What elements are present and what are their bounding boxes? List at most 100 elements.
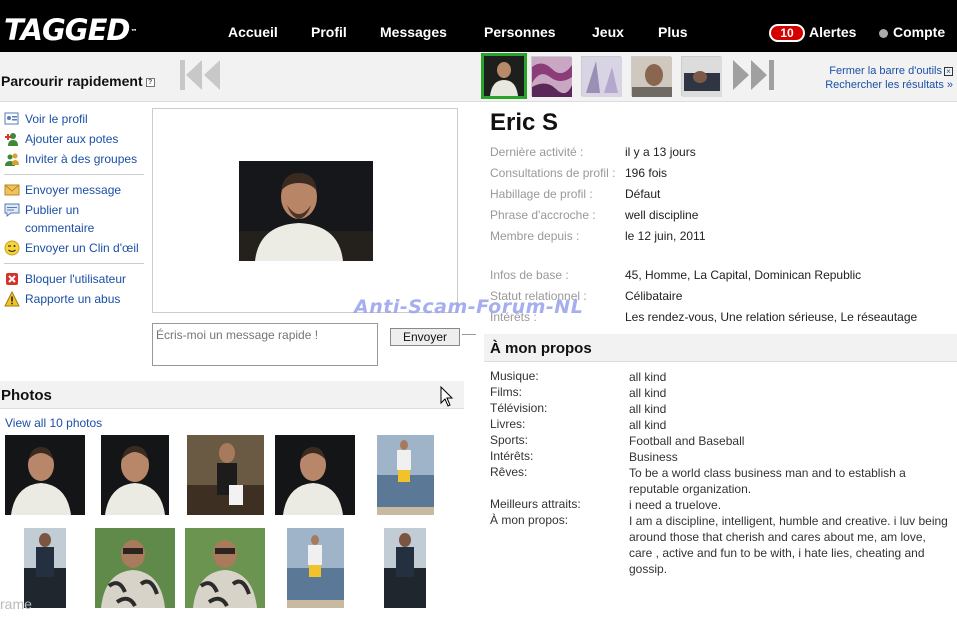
nav-plus[interactable]: Plus [658, 24, 688, 40]
nav-profil[interactable]: Profil [311, 24, 347, 40]
basic-info-value: 45, Homme, La Capital, Dominican Republi… [625, 268, 862, 282]
about-title: À mon propos [490, 340, 592, 357]
close-toolbar-text: Fermer la barre d'outils [829, 65, 942, 77]
profile-skin-label: Habillage de profil : [490, 187, 593, 201]
send-message-link[interactable]: Envoyer message [4, 181, 144, 199]
next-profile-icon[interactable] [731, 58, 777, 92]
divider [462, 334, 476, 335]
profile-photo-thumb [532, 57, 572, 97]
browse-thumb-current[interactable] [481, 53, 527, 99]
browse-thumb[interactable] [531, 56, 572, 97]
profile-views-value: 196 fois [625, 166, 668, 180]
about-tv-value: all kind [629, 402, 667, 416]
envelope-icon [4, 184, 20, 196]
browse-thumb[interactable] [631, 56, 672, 97]
view-profile-label: Voir le profil [25, 112, 88, 126]
nav-messages[interactable]: Messages [380, 24, 447, 40]
send-wink-label: Envoyer un Clin d'œil [25, 241, 139, 255]
photo-thumbnail[interactable] [95, 528, 175, 608]
nav-personnes[interactable]: Personnes [484, 24, 556, 40]
photo-thumbnail[interactable] [275, 435, 355, 515]
block-user-label: Bloquer l'utilisateur [25, 272, 127, 286]
invite-groups-label: Inviter à des groupes [25, 152, 138, 166]
photo-thumbnail[interactable] [377, 435, 434, 515]
tagline-label: Phrase d'accroche : [490, 208, 596, 222]
block-user-link[interactable]: Bloquer l'utilisateur [4, 270, 144, 288]
profile-photo-thumb [682, 57, 722, 97]
wink-smiley-icon [4, 240, 20, 256]
about-dreams-value: To be a world class business man and to … [629, 466, 906, 496]
last-activity-value: il y a 13 jours [625, 145, 696, 159]
view-all-photos-link[interactable]: View all 10 photos [5, 416, 102, 430]
warning-icon [4, 291, 20, 307]
help-icon[interactable]: ? [145, 77, 155, 87]
quick-message-input[interactable] [152, 323, 378, 366]
tagged-logo[interactable]: TAGGED™ [4, 14, 137, 46]
nav-accueil[interactable]: Accueil [228, 24, 278, 40]
nav-compte[interactable]: Compte [893, 24, 945, 40]
view-profile-link[interactable]: Voir le profil [4, 110, 144, 128]
alerts-count-badge[interactable]: 10 [769, 24, 805, 42]
photo-thumbnail[interactable] [384, 528, 426, 608]
photo-thumbnail[interactable] [287, 528, 344, 608]
photo-caption-fragment: rame [0, 596, 32, 612]
browse-thumb[interactable] [681, 56, 722, 97]
photo-thumbnail[interactable] [187, 435, 264, 515]
photo-thumbnail[interactable] [5, 435, 85, 515]
divider [4, 263, 144, 264]
about-interests-label: Intérêts: [490, 449, 534, 463]
interests-value: Les rendez-vous, Une relation sérieuse, … [625, 310, 918, 324]
watermark-text: Anti-Scam-Forum-NL [354, 296, 584, 318]
block-icon [6, 273, 18, 285]
add-friends-label: Ajouter aux potes [25, 132, 119, 146]
report-abuse-link[interactable]: Rapporte un abus [4, 290, 144, 308]
about-films-label: Films: [490, 385, 522, 399]
about-sports-value: Football and Baseball [629, 434, 745, 448]
close-icon[interactable]: × [944, 66, 953, 76]
close-toolbar-link[interactable]: Fermer la barre d'outils × [825, 64, 953, 78]
comment-icon [4, 203, 20, 217]
about-section-header: À mon propos [484, 334, 957, 362]
about-books-label: Livres: [490, 417, 526, 431]
send-wink-link[interactable]: Envoyer un Clin d'œil [4, 239, 144, 257]
add-friends-link[interactable]: Ajouter aux potes [4, 130, 144, 148]
photo-thumbnail[interactable] [185, 528, 265, 608]
last-activity-label: Dernière activité : [490, 145, 584, 159]
profile-photo-thumb [632, 57, 672, 97]
about-interests-value: Business [629, 450, 678, 464]
about-me-label: À mon propos: [490, 513, 569, 527]
nav-alertes[interactable]: Alertes [809, 24, 856, 40]
about-music-label: Musique: [490, 369, 539, 383]
profile-photo-thumb [484, 56, 524, 96]
invite-groups-link[interactable]: Inviter à des groupes [4, 150, 144, 168]
about-books-value: all kind [629, 418, 667, 432]
trademark-mark: ™ [130, 28, 137, 36]
send-quick-message-button[interactable]: Envoyer [390, 328, 460, 346]
member-since-value: le 12 juin, 2011 [625, 229, 706, 243]
toolbar-links: Fermer la barre d'outils × Rechercher les… [825, 64, 953, 92]
nav-jeux[interactable]: Jeux [592, 24, 624, 40]
relationship-status-value: Célibataire [625, 289, 683, 303]
add-friend-icon [5, 133, 18, 146]
about-tv-label: Télévision: [490, 401, 548, 415]
mouse-cursor-icon [440, 386, 454, 407]
profile-name: Eric S [490, 109, 559, 136]
about-best-features-value: i need a truelove. [629, 498, 722, 512]
photos-title: Photos [1, 387, 52, 404]
about-me-value: I am a discipline, intelligent, humble a… [629, 514, 948, 576]
photo-thumbnail[interactable] [101, 435, 169, 515]
post-comment-link[interactable]: Publier un commentaire [4, 201, 144, 237]
search-results-link[interactable]: Rechercher les résultats » [825, 78, 953, 92]
first-profile-icon[interactable] [178, 58, 222, 92]
browse-thumb[interactable] [581, 56, 622, 97]
group-icon [5, 153, 19, 166]
profile-skin-value: Défaut [625, 187, 661, 201]
profile-main-photo[interactable] [239, 161, 373, 261]
profile-photo-frame [152, 108, 458, 313]
profile-photo-thumb [582, 57, 622, 97]
about-best-features-label: Meilleurs attraits: [490, 497, 581, 511]
send-message-label: Envoyer message [25, 183, 122, 197]
about-films-value: all kind [629, 386, 667, 400]
member-since-label: Membre depuis : [490, 229, 580, 243]
divider [4, 174, 144, 175]
